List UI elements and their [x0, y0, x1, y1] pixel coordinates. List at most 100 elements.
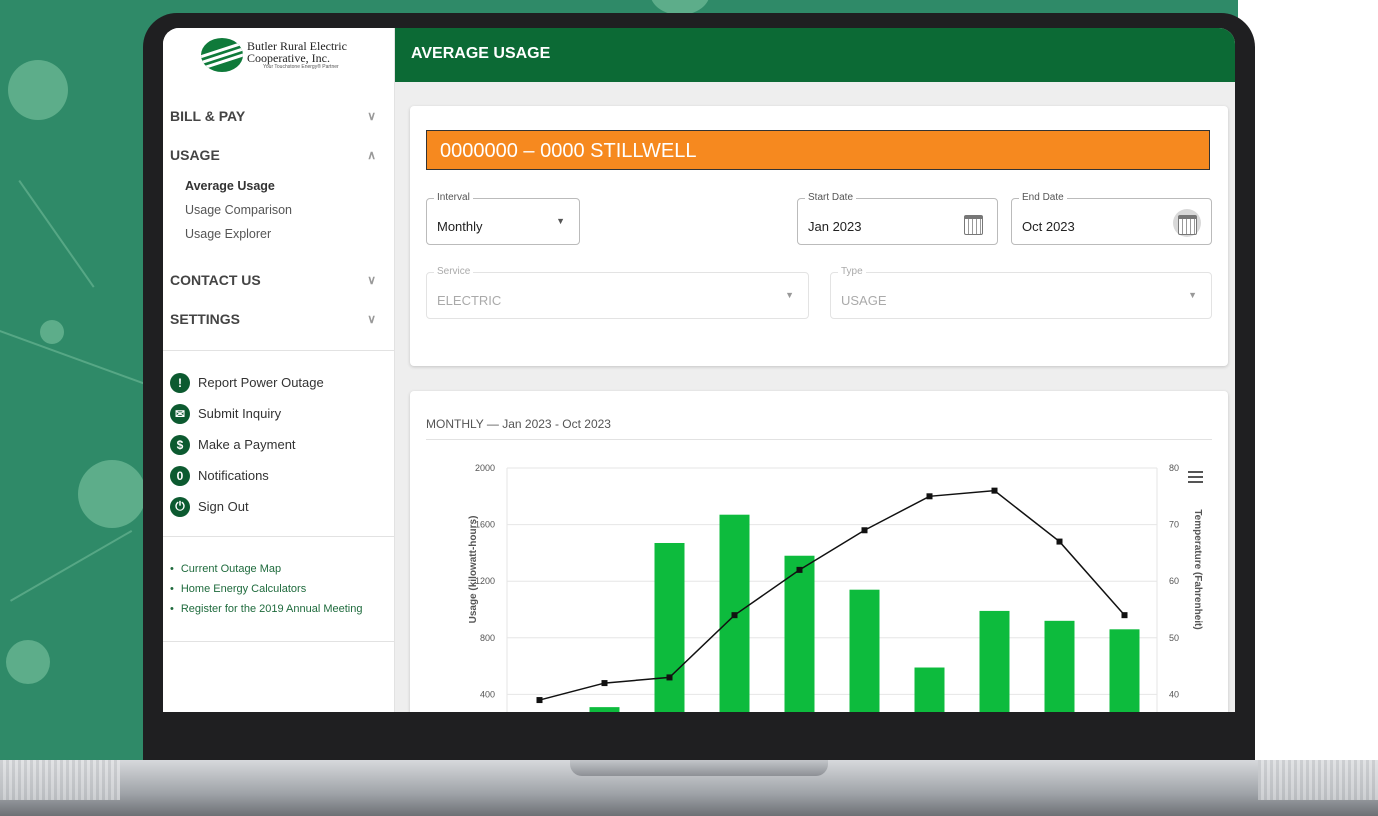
divider [163, 641, 394, 642]
laptop-base [0, 760, 1378, 816]
resource-links: Current Outage Map Home Energy Calculato… [163, 537, 394, 641]
chevron-up-icon: ∧ [367, 147, 376, 162]
sidebar-item-usage-comparison[interactable]: Usage Comparison [163, 198, 394, 222]
y2-axis-label: Temperature (Fahrenheit) [1192, 509, 1203, 629]
interval-select[interactable]: Interval Monthly ▼ [426, 192, 580, 245]
service-select[interactable]: Service ELECTRIC ▼ [426, 266, 809, 319]
network-line [0, 330, 151, 387]
service-label: Service [434, 266, 474, 277]
sidebar-item-average-usage[interactable]: Average Usage [163, 174, 394, 198]
quick-action-label: Sign Out [198, 499, 249, 514]
nav-contact-us[interactable]: CONTACT US ∨ [163, 260, 394, 299]
temperature-point [666, 674, 673, 681]
y2-tick-label: 80 [1169, 463, 1179, 473]
usage-bar [1044, 620, 1075, 712]
dollar-icon: $ [170, 434, 190, 455]
temperature-point [731, 612, 738, 619]
network-line [18, 180, 95, 288]
nav-usage[interactable]: USAGE ∧ [163, 135, 394, 174]
logo-text: Butler Rural Electric Cooperative, Inc. … [243, 40, 347, 70]
quick-actions: ! Report Power Outage ✉ Submit Inquiry $… [163, 351, 394, 536]
dropdown-arrow-icon: ▼ [1188, 290, 1197, 300]
page-title: AVERAGE USAGE [411, 45, 551, 62]
sidebar-nav: BILL & PAY ∨ USAGE ∧ Average Usage Usage… [163, 82, 394, 338]
interval-label: Interval [434, 192, 473, 203]
report-outage-link[interactable]: ! Report Power Outage [170, 367, 394, 398]
usage-bar [1109, 629, 1140, 712]
nav-settings[interactable]: SETTINGS ∨ [163, 299, 394, 338]
end-date-value: Oct 2023 [1022, 219, 1075, 234]
temperature-point [796, 566, 803, 573]
network-node [40, 320, 64, 344]
chart-card: MONTHLY — Jan 2023 - Oct 2023 400 800 1200… [410, 391, 1228, 712]
power-icon: ⏻ [170, 496, 190, 517]
temperature-point [926, 493, 933, 500]
start-date-field[interactable]: Start Date Jan 2023 [797, 192, 998, 245]
base-edge-right [1258, 760, 1378, 800]
network-node [6, 640, 50, 684]
calendar-icon[interactable] [964, 215, 983, 235]
y-tick-label: 2000 [475, 463, 495, 473]
calendar-button[interactable] [1173, 209, 1201, 237]
y-tick-label: 400 [480, 689, 495, 699]
filter-card: 0000000 – 0000 STILLWELL Interval Monthl… [410, 106, 1228, 366]
sign-out-link[interactable]: ⏻ Sign Out [170, 491, 394, 522]
dropdown-arrow-icon: ▼ [556, 216, 565, 226]
nav-section-label: BILL & PAY [170, 107, 246, 124]
quick-action-label: Notifications [198, 468, 269, 483]
app-screen: Butler Rural Electric Cooperative, Inc. … [163, 28, 1235, 712]
quick-action-label: Submit Inquiry [198, 406, 282, 421]
usage-bar [849, 589, 880, 712]
dropdown-arrow-icon: ▼ [785, 290, 794, 300]
submit-inquiry-link[interactable]: ✉ Submit Inquiry [170, 398, 394, 429]
chevron-down-icon: ∨ [367, 311, 376, 326]
usage-bar [914, 667, 945, 712]
temperature-point [1121, 612, 1128, 619]
usage-bar [784, 555, 815, 712]
chevron-down-icon: ∨ [367, 108, 376, 123]
y-axis-label: Usage (kilowatt-hours) [468, 516, 479, 624]
usage-bar [979, 610, 1010, 712]
quick-action-label: Make a Payment [198, 437, 296, 452]
network-line [10, 530, 133, 602]
make-payment-link[interactable]: $ Make a Payment [170, 429, 394, 460]
nav-bill-pay[interactable]: BILL & PAY ∨ [163, 96, 394, 135]
temperature-point [536, 697, 543, 704]
account-banner: 0000000 – 0000 STILLWELL [426, 130, 1210, 170]
outage-map-link[interactable]: Current Outage Map [170, 559, 394, 579]
y2-tick-label: 40 [1169, 689, 1179, 699]
chevron-down-icon: ∨ [367, 272, 376, 287]
usage-bar [654, 542, 685, 712]
y2-tick-label: 60 [1169, 576, 1179, 586]
count-badge-icon: 0 [170, 465, 190, 486]
end-date-field[interactable]: End Date Oct 2023 [1011, 192, 1212, 245]
notifications-link[interactable]: 0 Notifications [170, 460, 394, 491]
end-date-label: End Date [1019, 192, 1067, 203]
nav-section-label: USAGE [170, 146, 220, 163]
nav-section-label: CONTACT US [170, 271, 261, 288]
sidebar-item-usage-explorer[interactable]: Usage Explorer [163, 222, 394, 246]
temperature-point [601, 680, 608, 687]
type-value: USAGE [841, 293, 887, 308]
y2-tick-label: 70 [1169, 520, 1179, 530]
service-value: ELECTRIC [437, 293, 502, 308]
temperature-point [1056, 538, 1063, 545]
sidebar: Butler Rural Electric Cooperative, Inc. … [163, 28, 395, 712]
temperature-line [539, 489, 1126, 701]
nav-section-label: SETTINGS [170, 310, 241, 327]
logo[interactable]: Butler Rural Electric Cooperative, Inc. … [163, 28, 394, 82]
usage-bar [589, 707, 620, 712]
temperature-point [861, 527, 868, 534]
energy-calculators-link[interactable]: Home Energy Calculators [170, 579, 394, 599]
annual-meeting-link[interactable]: Register for the 2019 Annual Meeting [170, 599, 394, 619]
type-label: Type [838, 266, 866, 277]
start-date-value: Jan 2023 [808, 219, 862, 234]
logo-tagline: Your Touchstone Energy® Partner [263, 64, 339, 70]
type-select[interactable]: Type USAGE ▼ [830, 266, 1212, 319]
base-edge-left [0, 760, 120, 800]
y2-tick-label: 50 [1169, 633, 1179, 643]
base-notch [570, 760, 828, 776]
logo-line-2: Cooperative, Inc. [247, 51, 330, 65]
temperature-point [991, 487, 998, 494]
calendar-icon [1178, 215, 1197, 235]
